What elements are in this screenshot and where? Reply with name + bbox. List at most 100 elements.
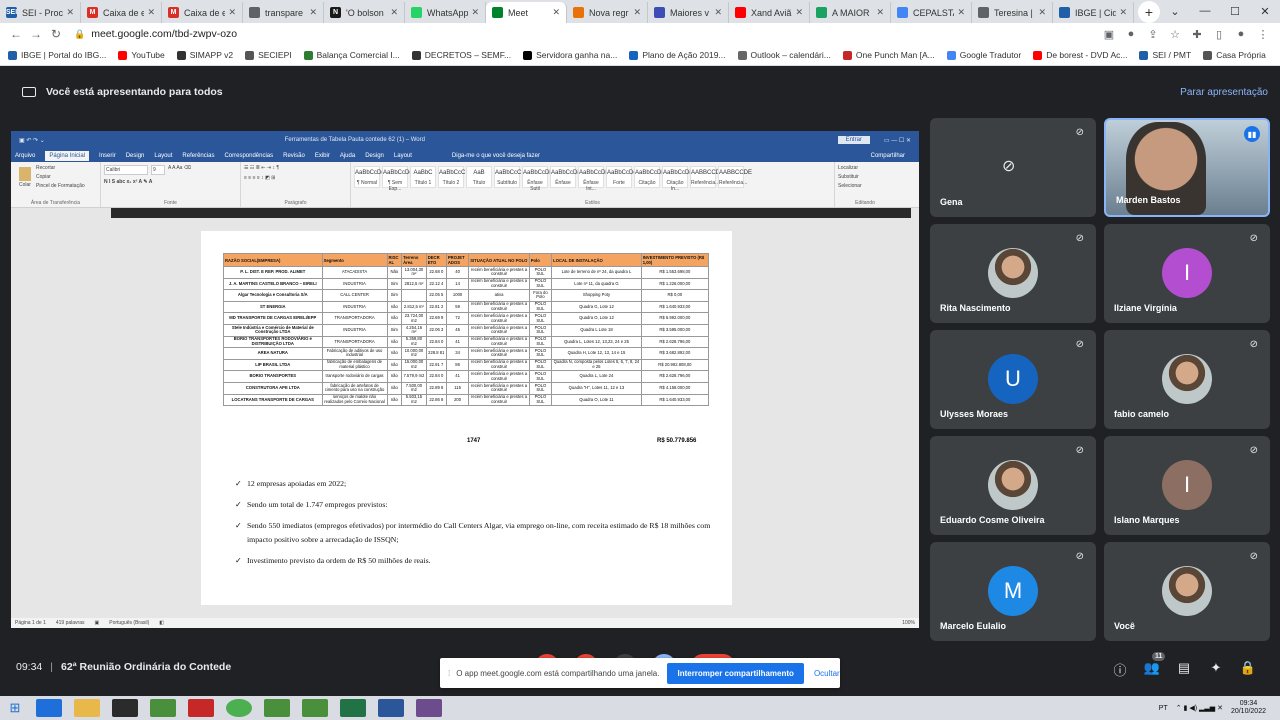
egov-pln-icon[interactable] <box>150 699 176 717</box>
style-preset[interactable]: AaBbCcDc ¶ Normal <box>354 166 384 188</box>
tell-me-search[interactable]: Diga-me o que você deseja fazer <box>452 153 540 159</box>
stop-sharing-button[interactable]: Interromper compartilhamento <box>667 662 804 684</box>
word-ribbon-tab[interactable]: Página Inicial <box>45 150 90 161</box>
word-ribbon-tab[interactable]: Design <box>126 153 145 159</box>
info-icon[interactable]: ⓘ <box>1104 660 1136 679</box>
tab-close-icon[interactable]: ✕ <box>309 7 317 18</box>
language-status[interactable]: Português (Brasil) <box>109 620 149 626</box>
url-input[interactable]: 🔒 meet.google.com/tbd-zwpv-ozo <box>74 25 1098 43</box>
style-preset[interactable]: AaBbCcDi Ênfase Sutil <box>522 166 551 192</box>
drag-grip-icon[interactable]: ⁞ <box>448 669 450 678</box>
browser-tab[interactable]: N 'O bolson ✕ <box>324 2 405 23</box>
side-panel-icon[interactable]: ▯ <box>1208 28 1230 41</box>
word-ribbon-tab[interactable]: Arquivo <box>15 153 35 159</box>
tab-close-icon[interactable]: ✕ <box>957 7 965 18</box>
browser-tab[interactable]: Meet ✕ <box>486 2 567 23</box>
clipboard-item[interactable]: Copiar <box>36 174 85 180</box>
font-grow-icon[interactable]: A A Aa ⌫ <box>168 165 191 175</box>
font-size-select[interactable]: 9 <box>151 165 165 175</box>
word-window-controls[interactable]: ▭ — ☐ ✕ <box>884 137 911 144</box>
align-icons[interactable]: ≡ ≡ ≡ ≡ ↕ ◩ ⊞ <box>244 175 347 181</box>
people-icon[interactable]: 👥 11 <box>1136 652 1168 679</box>
editing-item[interactable]: Substituir <box>838 174 892 180</box>
font-format-icons[interactable]: N I S abc x₂ x² A ✎ A <box>104 179 237 185</box>
list-icons[interactable]: ☰ ☷ ≣ ⇤ ⇥ ↕ ¶ <box>244 165 347 171</box>
word-ribbon-tab[interactable]: Exibir <box>315 153 330 159</box>
language-indicator[interactable]: PT <box>1159 705 1168 712</box>
bookmark-item[interactable]: Balança Comercial I... <box>303 50 400 60</box>
editing-item[interactable]: Selecionar <box>838 183 892 189</box>
maximize-button[interactable]: ☐ <box>1220 5 1250 18</box>
start-button[interactable]: ⊞ <box>0 700 30 716</box>
browser-tab[interactable]: CEPALSTA ✕ <box>891 2 972 23</box>
browser-tab[interactable]: Maiores v ✕ <box>648 2 729 23</box>
tab-close-icon[interactable]: ✕ <box>147 7 155 18</box>
camera-indicator-icon[interactable]: ▣ <box>1098 28 1120 41</box>
close-window-button[interactable]: ✕ <box>1250 5 1280 18</box>
style-preset[interactable]: AaBbC Título 1 <box>410 166 436 188</box>
word-ribbon-tab[interactable]: Design <box>365 153 384 159</box>
explorer-icon[interactable] <box>74 699 100 717</box>
browser-tab[interactable]: A MAIOR ✕ <box>810 2 891 23</box>
tab-close-icon[interactable]: ✕ <box>471 7 479 18</box>
tab-close-icon[interactable]: ✕ <box>633 7 641 18</box>
host-controls-icon[interactable]: 🔒 <box>1232 660 1264 679</box>
bookmark-item[interactable]: De borest - DVD Ac... <box>1033 50 1127 60</box>
word-ribbon-tab[interactable]: Ajuda <box>340 153 355 159</box>
bookmark-item[interactable]: Plano de Ação 2019... <box>629 50 726 60</box>
style-preset[interactable]: AaBbCcDi Ênfase <box>550 166 579 188</box>
back-icon[interactable]: ← <box>6 27 26 41</box>
egov-ado-icon[interactable] <box>264 699 290 717</box>
word-ribbon-tab[interactable]: Referências <box>182 153 214 159</box>
minimize-button[interactable]: — <box>1190 5 1220 18</box>
participant-tile[interactable]: ⊘ Rita Nascimento <box>930 224 1096 323</box>
mic-indicator-icon[interactable]: ● <box>1120 28 1142 40</box>
bookmark-item[interactable]: SIMAPP v2 <box>176 50 233 60</box>
egov-adp-icon[interactable] <box>302 699 328 717</box>
style-preset[interactable]: AaBbCcDi Citação <box>634 166 663 188</box>
bookmark-item[interactable]: One Punch Man [A... <box>842 50 935 60</box>
participant-tile[interactable]: M ⊘ Marcelo Eulalio <box>930 542 1096 641</box>
paste-button[interactable]: Colar <box>14 165 36 192</box>
ie-icon[interactable] <box>36 699 62 717</box>
participant-tile[interactable]: ▮▮ Marden Bastos <box>1104 118 1270 217</box>
participant-tile[interactable]: U ⊘ Ulysses Moraes <box>930 330 1096 429</box>
zoom-level[interactable]: 100% <box>902 620 915 626</box>
participant-tile[interactable]: I ⊘ Ilziane Virgínia <box>1104 224 1270 323</box>
word-ribbon-tab[interactable]: Layout <box>394 153 412 159</box>
style-preset[interactable]: AaBbCcDc Forte <box>606 166 636 188</box>
extensions-icon[interactable]: ✚ <box>1186 28 1208 41</box>
acrobat-icon[interactable] <box>188 699 214 717</box>
chat-icon[interactable]: ▤ <box>1168 660 1200 679</box>
style-preset[interactable]: AaBbCcC Subtítulo <box>494 166 521 188</box>
tab-close-icon[interactable]: ✕ <box>795 7 803 18</box>
bookmark-star-icon[interactable]: ☆ <box>1164 28 1186 41</box>
macro-icon[interactable]: ◧ <box>159 620 164 626</box>
browser-tab[interactable]: M Caixa de e ✕ <box>162 2 243 23</box>
tray-icons[interactable]: ⌃ ▮ ◀) ▂▃▅ ✕ <box>1176 704 1223 712</box>
tab-close-icon[interactable]: ✕ <box>390 7 398 18</box>
tab-close-icon[interactable]: ✕ <box>228 7 236 18</box>
bookmark-item[interactable]: Outlook – calendári... <box>737 50 831 60</box>
browser-tab[interactable]: SEI SEI - Proc ✕ <box>0 2 81 23</box>
word-ribbon-tab[interactable]: Layout <box>154 153 172 159</box>
font-name-select[interactable]: Calibri <box>104 165 148 175</box>
media-player-icon[interactable] <box>112 699 138 717</box>
style-preset[interactable]: AaB Título <box>466 166 492 188</box>
bookmark-item[interactable]: SECIEPI <box>245 50 292 60</box>
word-ribbon-tab[interactable]: Correspondências <box>224 153 273 159</box>
participant-tile[interactable]: ⊘ fabio camelo <box>1104 330 1270 429</box>
participant-tile[interactable]: I ⊘ Islano Marques <box>1104 436 1270 535</box>
forward-icon[interactable]: → <box>26 27 46 41</box>
clipboard-item[interactable]: Recortar <box>36 165 85 171</box>
clock[interactable]: 09:34 20/10/2022 <box>1231 700 1266 717</box>
bookmark-item[interactable]: DECRETOS – SEMF... <box>411 50 511 60</box>
editing-item[interactable]: Localizar <box>838 165 892 171</box>
tab-close-icon[interactable]: ✕ <box>1119 7 1127 18</box>
tab-search-icon[interactable]: ⌄ <box>1160 5 1190 18</box>
excel-icon[interactable] <box>340 699 366 717</box>
style-preset[interactable]: AaBbCcC Título 2 <box>438 166 465 188</box>
browser-tab[interactable]: Xand Aviã ✕ <box>729 2 810 23</box>
word-ribbon-tab[interactable]: Revisão <box>283 153 305 159</box>
browser-tab[interactable]: Teresina | ✕ <box>972 2 1053 23</box>
